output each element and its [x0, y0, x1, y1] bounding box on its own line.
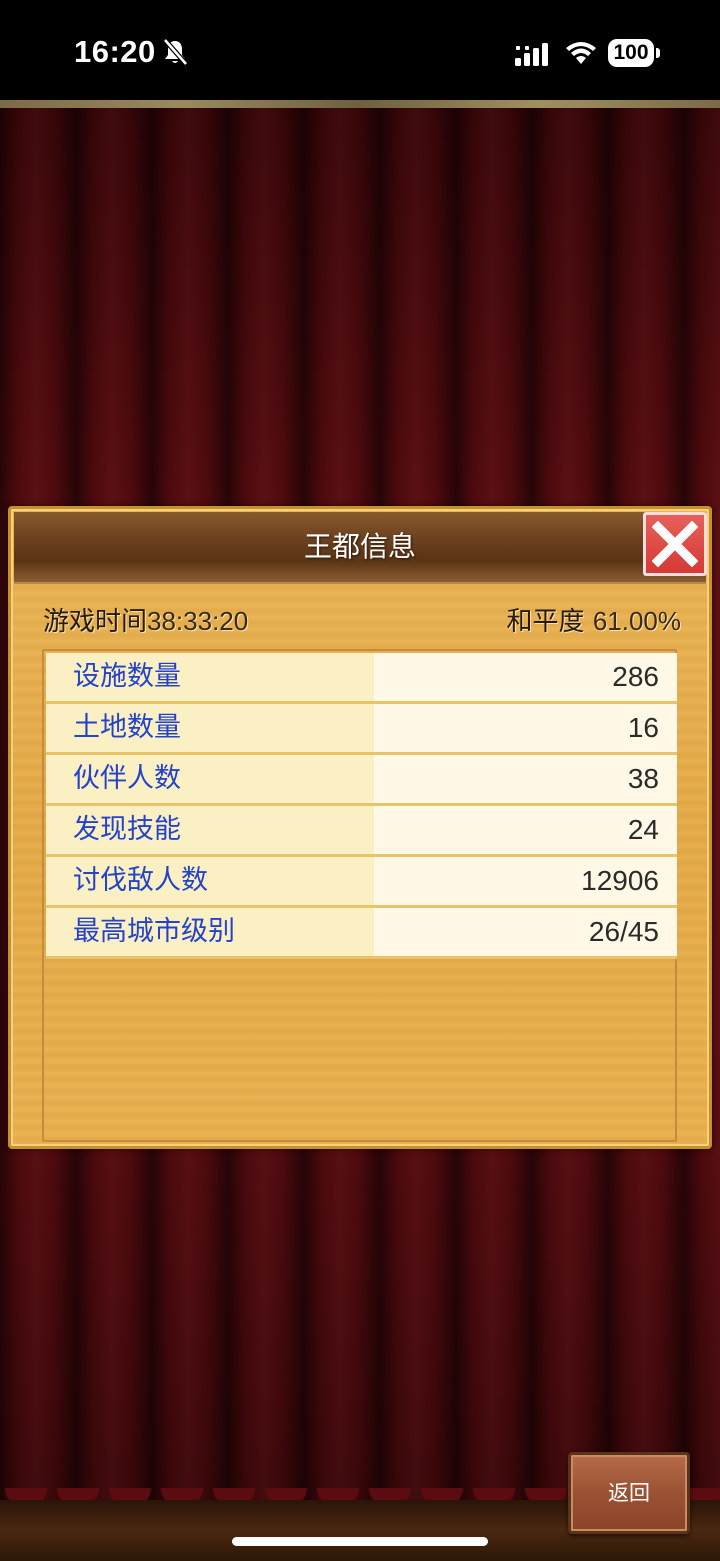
- stat-value: 286: [612, 661, 659, 692]
- status-time: 16:20: [74, 34, 156, 69]
- playtime-line: 游戏时间38:33:20: [43, 601, 248, 638]
- stat-row-companions: 伙伴人数 38: [46, 755, 677, 806]
- stat-row-facilities: 设施数量 286: [46, 653, 677, 704]
- stat-row-land: 土地数量 16: [46, 704, 677, 755]
- close-icon: [652, 521, 698, 567]
- close-button[interactable]: [643, 512, 707, 576]
- stat-label: 设施数量: [73, 661, 181, 692]
- stat-row-city-level: 最高城市级别 26/45: [46, 908, 677, 959]
- wifi-icon: [566, 42, 596, 64]
- panel-header: 王都信息: [14, 512, 706, 584]
- stat-label: 讨伐敌人数: [73, 865, 208, 896]
- panel-title: 王都信息: [303, 530, 416, 563]
- game-screen: 16:20 100 王都信息 游戏时间38:33:20 和平度 61.00% 设…: [0, 0, 720, 1561]
- stat-value: 26/45: [588, 916, 659, 947]
- peace-value: 61.00%: [592, 606, 681, 636]
- battery-tip: [656, 48, 660, 58]
- home-indicator[interactable]: [232, 1537, 488, 1546]
- status-bar: 16:20 100: [0, 0, 720, 100]
- stats-list: 设施数量 286 土地数量 16 伙伴人数 38 发现技能 24 讨伐敌人数 1…: [42, 649, 677, 1142]
- stat-value: 24: [627, 814, 659, 845]
- stat-row-enemies: 讨伐敌人数 12906: [46, 857, 677, 908]
- playtime-value: 38:33:20: [147, 606, 249, 636]
- battery-icon: 100: [608, 39, 654, 67]
- kingdom-info-panel: 王都信息 游戏时间38:33:20 和平度 61.00% 设施数量 286 土地…: [8, 506, 712, 1149]
- signal-icon: [515, 43, 548, 66]
- peace-line: 和平度 61.00%: [507, 601, 681, 638]
- playtime-label: 游戏时间: [43, 607, 148, 637]
- mute-bell-icon: [163, 38, 188, 66]
- stat-label: 最高城市级别: [73, 916, 235, 947]
- stat-label: 发现技能: [73, 814, 181, 845]
- stat-value: 12906: [581, 865, 659, 896]
- stat-value: 16: [627, 712, 659, 743]
- stat-row-skills: 发现技能 24: [46, 806, 677, 857]
- stat-value: 38: [627, 763, 659, 794]
- stat-label: 伙伴人数: [73, 763, 181, 794]
- back-button[interactable]: 返回: [568, 1452, 690, 1534]
- curtain-top-trim: [0, 100, 720, 108]
- peace-label: 和平度: [506, 607, 585, 637]
- stat-label: 土地数量: [73, 712, 181, 743]
